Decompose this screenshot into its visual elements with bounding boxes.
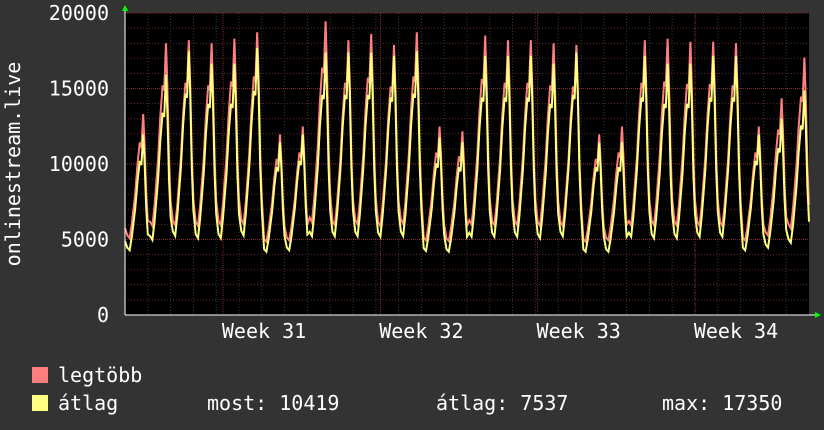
stat-average: átlag: 7537 [436,391,569,415]
x-tick-label: Week 31 [222,319,306,343]
legend-max-label: legtöbb [58,363,143,387]
y-axis-label: onlinestream.live [1,62,25,267]
stat-current: most: 10419 [207,391,340,415]
legend-avg: átlag [32,391,118,415]
x-tick-labels: Week 31 Week 32 Week 33 Week 34 [222,319,778,343]
legend-avg-label: átlag [58,391,119,415]
legend-max-swatch [32,367,48,383]
chart-root: 0 5000 10000 15000 20000 Week 31 Week 32 Week … [0,0,824,430]
stat-maximum: max: 17350 [662,391,783,415]
x-tick-label: Week 32 [379,319,463,343]
y-tick-label: 5000 [61,228,109,252]
line-chart: 05000100001500020000 Week 31 Week 32 Week … [1,1,821,343]
y-tick-labels: 0 5000 10000 15000 20000 [49,1,109,327]
y-axis-arrow [122,5,128,11]
y-tick-label: 0 [97,303,109,327]
y-tick-label: 20000 [49,1,109,25]
legend-max: legtöbb [32,363,142,387]
x-tick-label: Week 34 [694,319,778,343]
y-tick-label: 10000 [49,152,109,176]
x-axis-arrow [815,312,821,318]
y-tick-label: 15000 [49,77,109,101]
legend-avg-swatch [32,395,48,411]
x-tick-label: Week 33 [537,319,621,343]
